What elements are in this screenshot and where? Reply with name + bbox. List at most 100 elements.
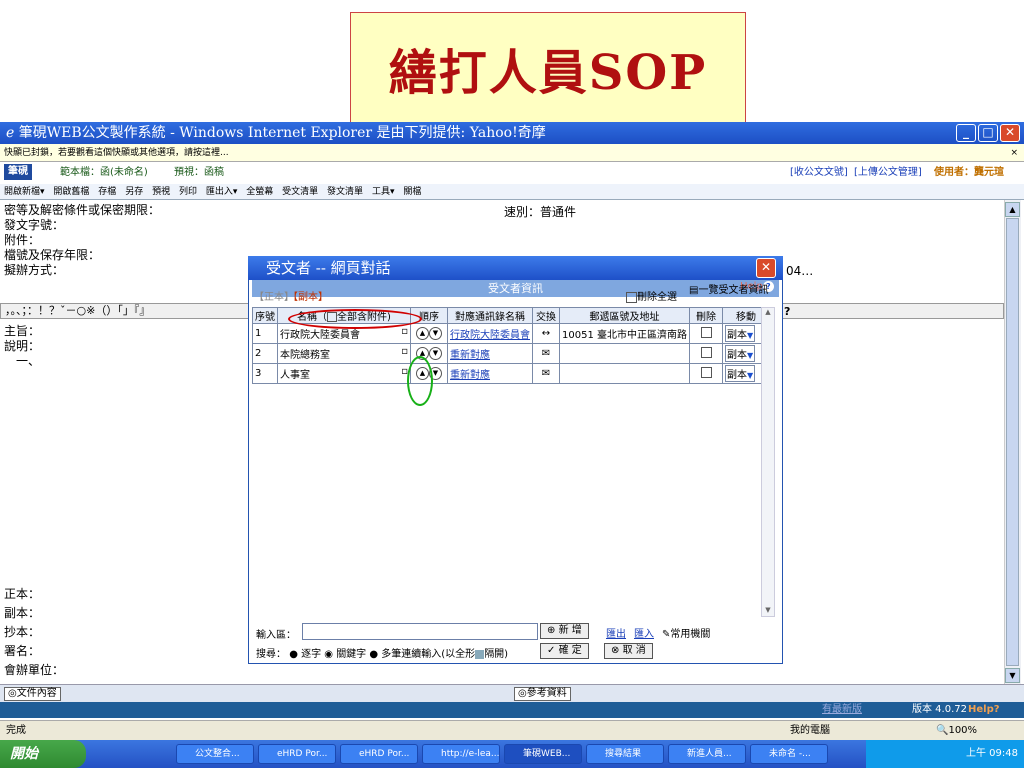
toolbar-fullscreen[interactable]: 全螢幕	[246, 187, 273, 197]
delete-checkbox[interactable]	[700, 366, 712, 378]
task-item[interactable]: eHRD Por...	[340, 744, 418, 764]
confirm-button[interactable]: ✓ 確 定	[540, 643, 589, 659]
field-co-unit[interactable]: 會辦單位：	[4, 661, 64, 680]
field-handling[interactable]: 擬辦方式：	[4, 263, 160, 278]
popup-info-bar[interactable]: 快顯已封鎖，若要觀看這個快顯或其他選項，請按這裡... ×	[0, 144, 1024, 162]
task-item[interactable]: 搜尋結果	[586, 744, 664, 764]
field-subject[interactable]: 主旨：	[4, 324, 40, 339]
row-name[interactable]: 人事室	[280, 370, 310, 381]
add-button[interactable]: ⊕ 新 增	[540, 623, 589, 639]
toolbar-save[interactable]: 存檔	[98, 187, 116, 197]
delete-checkbox[interactable]	[700, 346, 712, 358]
row-name-cell[interactable]: 人事室 ▫	[277, 363, 411, 384]
annotation-red-ellipse	[288, 309, 422, 329]
dialog-title: 受文者 -- 網頁對話	[266, 259, 391, 277]
dialog-scroll-up-icon[interactable]: ▲	[762, 308, 774, 316]
toolbar-tools[interactable]: 工具▾	[372, 187, 395, 197]
move-down-icon[interactable]: ▼	[429, 327, 442, 340]
clock[interactable]: 上午 09:48	[966, 748, 1018, 759]
reference-button[interactable]: ◎參考資料	[514, 687, 571, 701]
main-toolbar: 開啟新檔▾ 開啟舊檔 存檔 另存 預視 列印 匯出入▾ 全螢幕 受文清單 發文清…	[0, 184, 1024, 200]
tab-copy[interactable]: 【副本】	[288, 288, 328, 303]
toolbar-send-list[interactable]: 發文清單	[327, 187, 363, 197]
row-remap-link[interactable]: 重新對應	[450, 350, 490, 361]
radio-keyword[interactable]: ◉ 關鍵字	[324, 649, 366, 660]
field-secret-level[interactable]: 密等及解密條件或保密期限：	[4, 203, 160, 218]
row-mapped-link[interactable]: 行政院大陸委員會	[450, 330, 530, 341]
radio-word[interactable]: ● 逐字	[289, 649, 321, 660]
scroll-down-icon[interactable]: ▼	[1005, 668, 1020, 683]
maximize-button[interactable]: □	[978, 124, 998, 142]
scroll-up-icon[interactable]: ▲	[1005, 202, 1020, 217]
bottom-bar: ◎文件內容 ◎參考資料	[0, 684, 1024, 703]
delete-all-checkbox[interactable]: 刪除全選	[626, 288, 677, 303]
toolbar-save-as[interactable]: 另存	[125, 187, 143, 197]
field-item-one[interactable]: 一、	[4, 354, 40, 369]
receive-number-link[interactable]: [收公文文號]	[790, 162, 848, 184]
field-doc-number[interactable]: 發文字號：	[4, 218, 160, 233]
col-no: 序號	[252, 307, 278, 324]
info-bar-close-icon[interactable]: ×	[1010, 144, 1018, 162]
move-select[interactable]: 副本▼	[725, 345, 756, 362]
row-name-cell[interactable]: 本院總務室 ▫	[277, 343, 411, 364]
delete-checkbox[interactable]	[700, 326, 712, 338]
page-scrollbar[interactable]: ▲ ▼	[1004, 200, 1021, 684]
toolbar-new[interactable]: 開啟新檔▾	[4, 187, 45, 197]
field-attachment[interactable]: 附件：	[4, 233, 160, 248]
export-link[interactable]: 匯出	[606, 625, 626, 640]
field-file-number[interactable]: 檔號及保存年限：	[4, 248, 160, 263]
zoom-level[interactable]: 🔍100%	[936, 721, 977, 741]
attach-icon[interactable]: ▫	[401, 326, 408, 337]
row-remap-link[interactable]: 重新對應	[450, 370, 490, 381]
row-name[interactable]: 本院總務室	[280, 350, 330, 361]
table-row[interactable]: 3 人事室 ▫ ▲ ▼ 重新對應 ✉ 副本▼	[252, 363, 770, 384]
row-zip[interactable]: 10051	[562, 330, 594, 341]
task-item[interactable]: http://e-lea...	[422, 744, 500, 764]
task-item[interactable]: 新進人員...	[668, 744, 746, 764]
dialog-scroll-down-icon[interactable]: ▼	[762, 606, 774, 614]
scroll-thumb[interactable]	[1006, 218, 1019, 666]
recipient-info-list-link[interactable]: ▤一覽受文者資訊	[689, 281, 768, 296]
close-button[interactable]: ✕	[1000, 124, 1020, 142]
input-area-field[interactable]	[302, 623, 538, 640]
field-signature[interactable]: 署名：	[4, 642, 64, 661]
cancel-button[interactable]: ⊗ 取 消	[604, 643, 653, 659]
common-agency-link[interactable]: ✎常用機關	[662, 625, 710, 640]
field-speed[interactable]: 速別：普通件	[504, 203, 576, 220]
import-link[interactable]: 匯入	[634, 625, 654, 640]
dialog-title-bar: 受文者 -- 網頁對話	[248, 256, 783, 280]
row-no: 1	[252, 323, 278, 344]
toolbar-print[interactable]: 列印	[179, 187, 197, 197]
upload-manage-link[interactable]: [上傳公文管理]	[854, 162, 922, 184]
task-item[interactable]: 公文整合...	[176, 744, 254, 764]
table-row[interactable]: 2 本院總務室 ▫ ▲ ▼ 重新對應 ✉ 副本▼	[252, 343, 770, 364]
attach-icon[interactable]: ▫	[401, 346, 408, 357]
chevron-down-icon: ▼	[747, 351, 754, 360]
move-select[interactable]: 副本▼	[725, 325, 756, 342]
minimize-button[interactable]: _	[956, 124, 976, 142]
field-original-recipient[interactable]: 正本：	[4, 585, 64, 604]
move-down-icon[interactable]: ▼	[429, 347, 442, 360]
field-description[interactable]: 說明：	[4, 339, 40, 354]
toolbar-open[interactable]: 開啟舊檔	[53, 187, 89, 197]
move-select[interactable]: 副本▼	[725, 365, 756, 382]
task-item[interactable]: eHRD Por...	[258, 744, 336, 764]
update-link[interactable]: 有最新版	[822, 702, 862, 718]
field-copy-recipient[interactable]: 副本：	[4, 604, 64, 623]
toolbar-import-export[interactable]: 匯出入▾	[206, 187, 238, 197]
task-item-active[interactable]: 筆硯WEB...	[504, 744, 582, 764]
task-item[interactable]: 未命名 -...	[750, 744, 828, 764]
toolbar-recipient-list[interactable]: 受文清單	[282, 187, 318, 197]
toolbar-close[interactable]: 關檔	[403, 187, 421, 197]
radio-multi[interactable]: ● 多筆連續輸入(以全形	[369, 649, 475, 660]
move-up-icon[interactable]: ▲	[416, 327, 429, 340]
toolbar-preview[interactable]: 預視	[152, 187, 170, 197]
dialog-scrollbar[interactable]: ▲ ▼	[761, 307, 775, 617]
doc-content-button[interactable]: ◎文件內容	[4, 687, 61, 701]
row-address[interactable]: 臺北市中正區濟南路	[597, 330, 687, 341]
version-help-link[interactable]: Help?	[968, 702, 1000, 718]
dialog-close-icon[interactable]: ✕	[756, 258, 776, 278]
start-button[interactable]: 開始	[0, 740, 86, 768]
field-transcript[interactable]: 抄本：	[4, 623, 64, 642]
row-name[interactable]: 行政院大陸委員會	[280, 330, 360, 341]
